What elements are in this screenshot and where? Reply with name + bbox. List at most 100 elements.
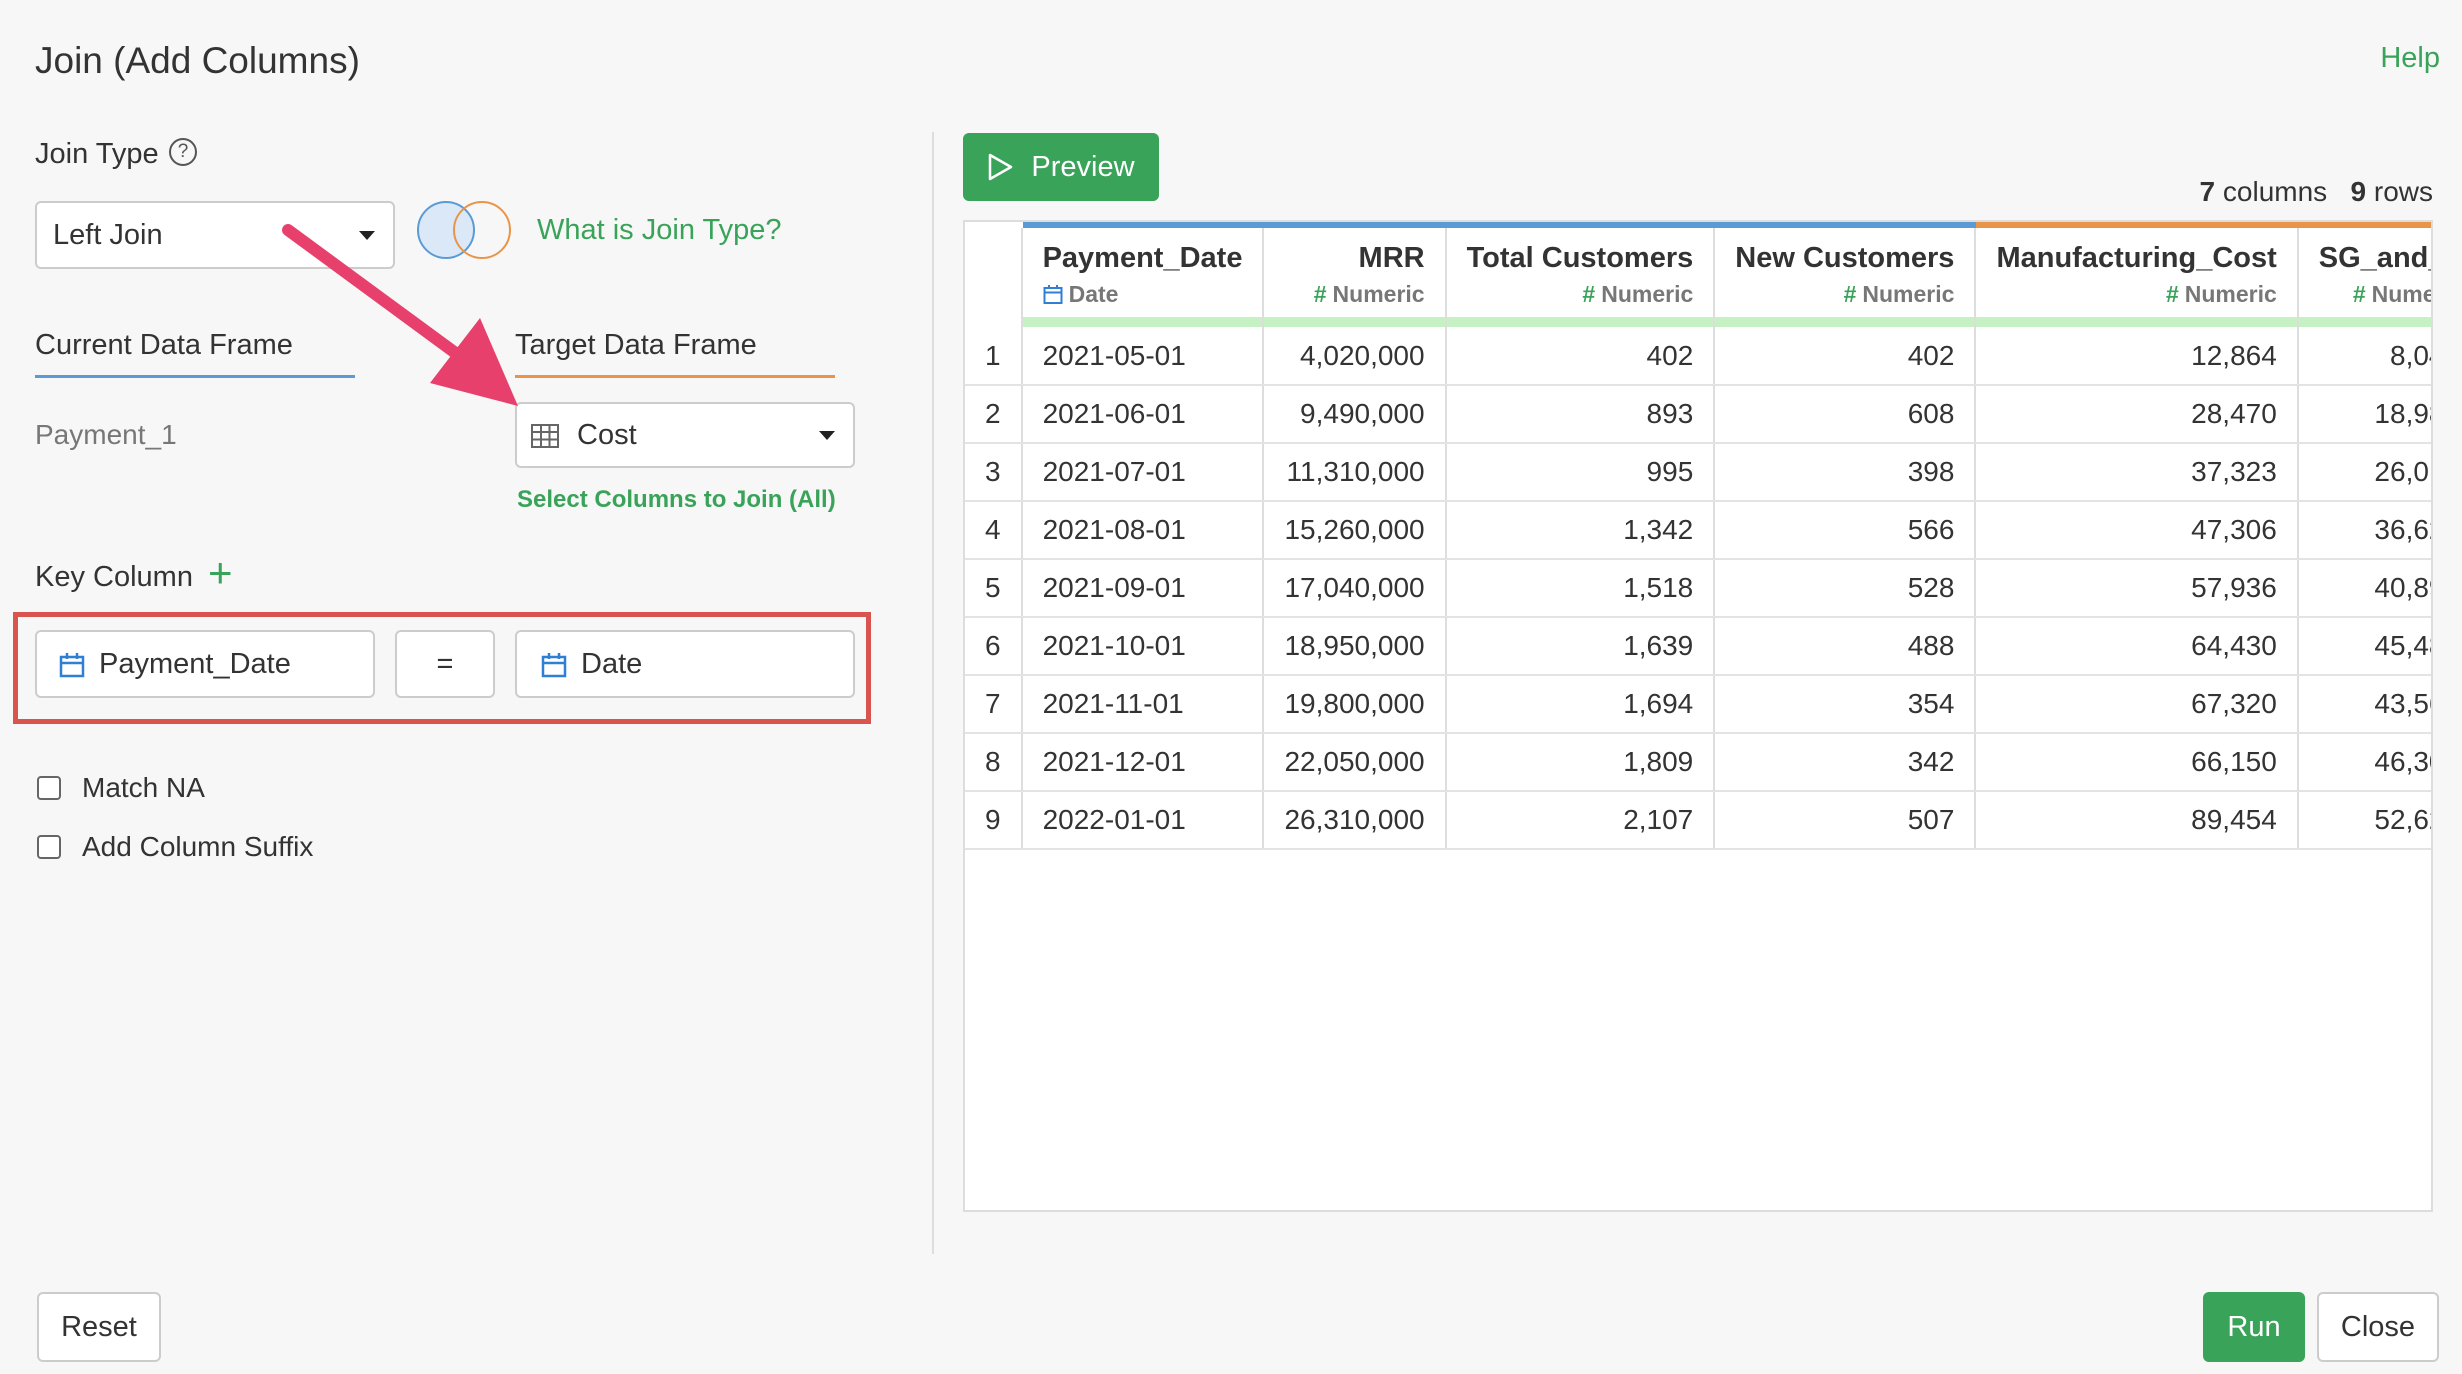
add-column-suffix-label: Add Column Suffix: [82, 831, 314, 862]
row-index-cell: 3: [965, 443, 1023, 502]
column-quality-bar: [1976, 317, 2297, 327]
column-header[interactable]: Payment_Date Date: [1021, 222, 1265, 327]
row-index-cell: 1: [965, 327, 1023, 386]
calendar-icon: [59, 653, 85, 678]
table-row[interactable]: 82021-12-0122,050,0001,80934266,15046,30: [965, 733, 2431, 792]
join-type-value: Left Join: [53, 218, 163, 251]
table-cell: 36,62: [2297, 501, 2431, 560]
table-cell: 2022-01-01: [1021, 791, 1265, 850]
help-circle-icon[interactable]: ?: [169, 138, 197, 166]
table-cell: 11,310,000: [1263, 443, 1447, 502]
table-cell: 2021-06-01: [1021, 385, 1265, 444]
table-cell: 22,050,000: [1263, 733, 1447, 792]
row-index-cell: 9: [965, 791, 1023, 850]
table-cell: 1,639: [1445, 617, 1716, 676]
table-row[interactable]: 12021-05-014,020,00040240212,8648,04: [965, 327, 2431, 386]
row-index-cell: 4: [965, 501, 1023, 560]
table-cell: 64,430: [1975, 617, 2299, 676]
preview-button[interactable]: Preview: [963, 133, 1159, 201]
table-cell: 52,62: [2297, 791, 2431, 850]
table-cell: 40,89: [2297, 559, 2431, 618]
column-quality-bar: [2298, 317, 2431, 327]
table-cell: 46,30: [2297, 733, 2431, 792]
table-cell: 57,936: [1975, 559, 2299, 618]
chevron-down-icon: [819, 431, 835, 440]
table-row[interactable]: 42021-08-0115,260,0001,34256647,30636,62: [965, 501, 2431, 560]
table-cell: 18,98: [2297, 385, 2431, 444]
table-row[interactable]: 52021-09-0117,040,0001,51852857,93640,89: [965, 559, 2431, 618]
column-header[interactable]: Manufacturing_Cost # Numeric: [1975, 222, 2299, 327]
match-na-label: Match NA: [82, 772, 205, 803]
table-row[interactable]: 32021-07-0111,310,00099539837,32326,01: [965, 443, 2431, 502]
numeric-hash-icon: #: [2352, 281, 2366, 307]
table-cell: 402: [1445, 327, 1716, 386]
match-na-checkbox[interactable]: [37, 776, 61, 800]
numeric-hash-icon: #: [1582, 281, 1596, 307]
table-cell: 2021-12-01: [1021, 733, 1265, 792]
column-type: # Numeric: [2165, 281, 2277, 307]
table-cell: 66,150: [1975, 733, 2299, 792]
help-link[interactable]: Help: [2380, 42, 2440, 75]
reset-button[interactable]: Reset: [37, 1292, 161, 1362]
table-cell: 566: [1714, 501, 1977, 560]
table-cell: 507: [1714, 791, 1977, 850]
table-cell: 17,040,000: [1263, 559, 1447, 618]
column-quality-bar: [1715, 317, 1975, 327]
target-data-frame-select[interactable]: Cost: [515, 402, 855, 468]
select-columns-link[interactable]: Select Columns to Join (All): [517, 486, 836, 514]
column-quality-bar: [1022, 317, 1263, 327]
column-header[interactable]: MRR # Numeric: [1263, 222, 1447, 327]
row-index-cell: 5: [965, 559, 1023, 618]
column-header-name: MRR: [1358, 242, 1425, 274]
table-cell: 1,694: [1445, 675, 1716, 734]
table-cell: 2021-10-01: [1021, 617, 1265, 676]
join-type-label: Join Type: [35, 138, 159, 170]
preview-data-grid[interactable]: Payment_Date Date MRR # Numeric Total Custome…: [963, 220, 2433, 1212]
row-index-cell: 7: [965, 675, 1023, 734]
key-left-column-select[interactable]: Payment_Date: [35, 630, 375, 698]
panel-divider: [932, 132, 934, 1254]
add-column-suffix-checkbox[interactable]: [37, 835, 61, 859]
column-header-name: New Customers: [1735, 242, 1955, 274]
key-right-column-select[interactable]: Date: [515, 630, 855, 698]
add-key-column-plus-icon[interactable]: +: [208, 548, 233, 598]
key-operator-value: =: [436, 647, 454, 680]
annotation-arrow: [282, 224, 518, 406]
table-cell: 528: [1714, 559, 1977, 618]
table-cell: 45,48: [2297, 617, 2431, 676]
what-is-join-type-link[interactable]: What is Join Type?: [537, 214, 781, 247]
table-cell: 2021-05-01: [1021, 327, 1265, 386]
table-cell: 1,342: [1445, 501, 1716, 560]
table-cell: 488: [1714, 617, 1977, 676]
table-cell: 4,020,000: [1263, 327, 1447, 386]
table-cell: 2,107: [1445, 791, 1716, 850]
table-cell: 89,454: [1975, 791, 2299, 850]
table-row[interactable]: 92022-01-0126,310,0002,10750789,45452,62: [965, 791, 2431, 850]
column-header-name: SG_and_: [2318, 242, 2433, 274]
table-cell: 354: [1714, 675, 1977, 734]
numeric-hash-icon: #: [1843, 281, 1857, 307]
table-cell: 398: [1714, 443, 1977, 502]
table-cell: 342: [1714, 733, 1977, 792]
key-operator-select[interactable]: =: [395, 630, 495, 698]
table-row[interactable]: 72021-11-0119,800,0001,69435467,32043,56: [965, 675, 2431, 734]
column-header[interactable]: Total Customers # Numeric: [1445, 222, 1716, 327]
column-type: #Numer: [2352, 281, 2431, 307]
row-index-cell: 2: [965, 385, 1023, 444]
close-button[interactable]: Close: [2317, 1292, 2439, 1362]
table-summary: 7 columns 9 rows: [2199, 176, 2433, 207]
run-button[interactable]: Run: [2203, 1292, 2305, 1362]
column-header[interactable]: SG_and_ #Numer: [2297, 222, 2433, 327]
numeric-hash-icon: #: [1313, 281, 1327, 307]
table-row[interactable]: 22021-06-019,490,00089360828,47018,98: [965, 385, 2431, 444]
table-cell: 19,800,000: [1263, 675, 1447, 734]
table-row[interactable]: 62021-10-0118,950,0001,63948864,43045,48: [965, 617, 2431, 676]
table-cell: 18,950,000: [1263, 617, 1447, 676]
table-cell: 9,490,000: [1263, 385, 1447, 444]
table-cell: 28,470: [1975, 385, 2299, 444]
column-header[interactable]: New Customers # Numeric: [1714, 222, 1977, 327]
calendar-icon: [541, 653, 567, 678]
key-column-label: Key Column: [35, 561, 193, 593]
table-cell: 1,518: [1445, 559, 1716, 618]
current-data-frame-label: Current Data Frame: [35, 329, 293, 361]
